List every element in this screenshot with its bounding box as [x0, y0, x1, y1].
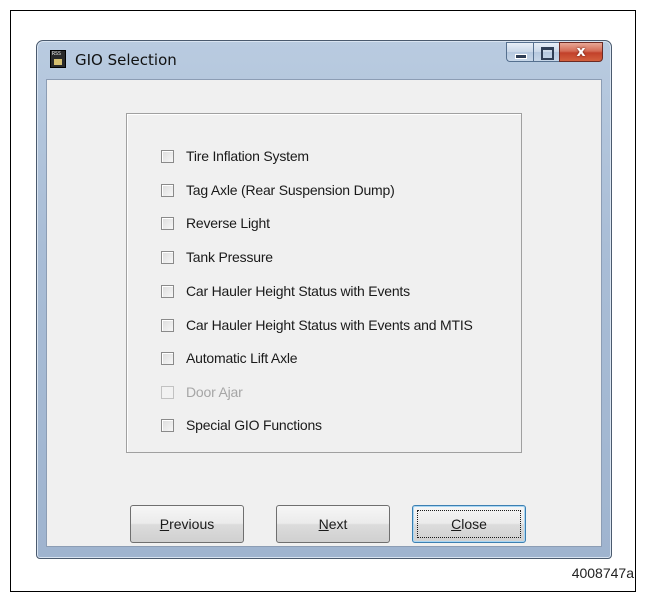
checkbox[interactable]: [161, 250, 174, 264]
option-label: Automatic Lift Axle: [186, 350, 298, 366]
focus-rectangle: [417, 510, 521, 538]
previous-mnemonic: P: [159, 516, 170, 532]
maximize-icon: [541, 47, 554, 60]
option-label: Door Ajar: [186, 384, 243, 400]
option-reverse-light[interactable]: Reverse Light: [161, 213, 270, 233]
option-tag-axle[interactable]: Tag Axle (Rear Suspension Dump): [161, 180, 395, 200]
close-button[interactable]: Close: [412, 505, 526, 543]
option-label: Tag Axle (Rear Suspension Dump): [186, 182, 395, 198]
option-label: Car Hauler Height Status with Events: [186, 283, 410, 299]
app-icon-text: RSS: [52, 51, 62, 57]
checkbox-disabled: [161, 385, 174, 399]
dialog-client-area: Tire Inflation System Tag Axle (Rear Sus…: [46, 79, 602, 547]
title-bar[interactable]: RSS GIO Selection x: [37, 41, 611, 79]
option-label: Reverse Light: [186, 215, 270, 231]
option-label: Tire Inflation System: [186, 148, 309, 164]
option-door-ajar: Door Ajar: [161, 382, 243, 402]
option-car-hauler-height-status-mtis[interactable]: Car Hauler Height Status with Events and…: [161, 315, 473, 335]
checkbox[interactable]: [161, 318, 174, 332]
checkbox[interactable]: [161, 216, 174, 230]
checkbox[interactable]: [161, 149, 174, 163]
checkbox[interactable]: [161, 351, 174, 365]
option-tire-inflation-system[interactable]: Tire Inflation System: [161, 146, 309, 166]
option-special-gio-functions[interactable]: Special GIO Functions: [161, 415, 322, 435]
checkbox[interactable]: [161, 284, 174, 298]
next-label: ext: [328, 516, 348, 532]
previous-button[interactable]: Previous: [130, 505, 244, 543]
option-label: Car Hauler Height Status with Events and…: [186, 317, 473, 333]
app-icon[interactable]: RSS: [50, 50, 66, 68]
close-icon: x: [576, 44, 586, 60]
figure-id: 4008747a: [571, 565, 634, 581]
next-button[interactable]: Next: [276, 505, 390, 543]
window-title: GIO Selection: [75, 51, 177, 69]
previous-label: revious: [169, 516, 215, 532]
dialog-window: RSS GIO Selection x Tire Inflation Syste…: [36, 40, 612, 559]
options-groupbox: Tire Inflation System Tag Axle (Rear Sus…: [126, 113, 522, 453]
maximize-button[interactable]: [533, 42, 559, 62]
next-mnemonic: N: [318, 516, 329, 532]
close-window-button[interactable]: x: [559, 42, 603, 62]
window-controls: x: [506, 42, 603, 62]
checkbox[interactable]: [161, 183, 174, 197]
minimize-icon: [515, 54, 527, 59]
option-car-hauler-height-status[interactable]: Car Hauler Height Status with Events: [161, 281, 410, 301]
option-tank-pressure[interactable]: Tank Pressure: [161, 247, 273, 267]
option-label: Special GIO Functions: [186, 417, 322, 433]
option-label: Tank Pressure: [186, 249, 273, 265]
checkbox[interactable]: [161, 418, 174, 432]
minimize-button[interactable]: [506, 42, 533, 62]
option-automatic-lift-axle[interactable]: Automatic Lift Axle: [161, 348, 298, 368]
